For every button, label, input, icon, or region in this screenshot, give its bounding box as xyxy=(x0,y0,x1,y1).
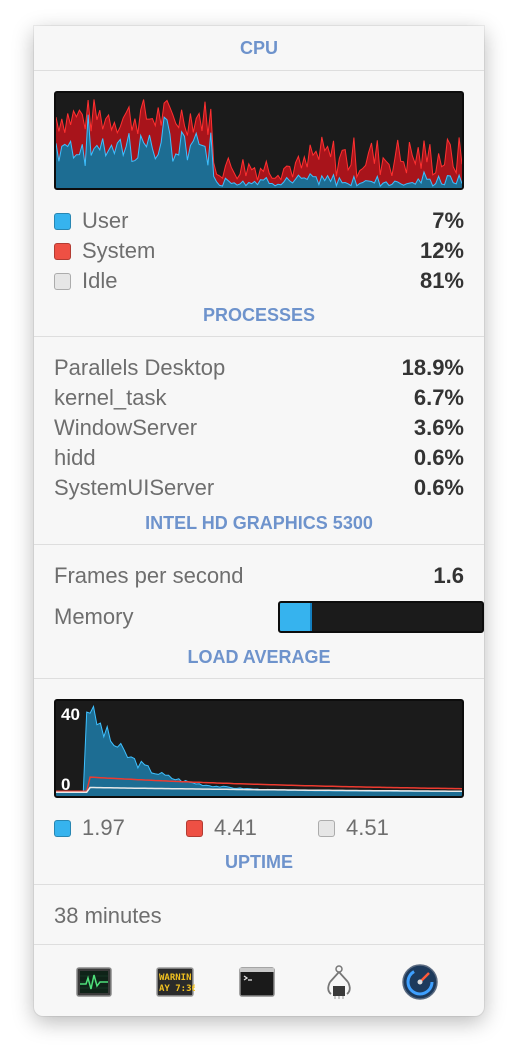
cpu-user-value: 7% xyxy=(432,208,464,233)
cpu-system-label: System xyxy=(82,238,156,263)
activity-monitor-icon[interactable] xyxy=(74,962,114,1002)
process-name: WindowServer xyxy=(54,415,198,440)
process-cpu-value: 0.6% xyxy=(413,475,464,500)
uptime-row: 38 minutes xyxy=(54,901,464,931)
process-cpu-value: 18.9% xyxy=(401,355,464,380)
system-information-icon[interactable] xyxy=(319,962,359,1002)
gpu-memory-fill xyxy=(280,603,313,631)
load-1min-swatch xyxy=(54,820,71,837)
uptime-header: UPTIME xyxy=(224,852,293,872)
app-launcher-toolbar: WARNIN AY 7:36 xyxy=(34,948,484,1016)
fps-label: Frames per second xyxy=(54,563,244,588)
process-row: SystemUIServer 0.6% xyxy=(54,473,464,503)
divider xyxy=(34,884,484,885)
processes-header: PROCESSES xyxy=(202,305,316,325)
load-1min-area xyxy=(56,706,462,796)
load-axis-max-label: 40 xyxy=(61,705,80,724)
cpu-user-label: User xyxy=(82,208,129,233)
load-1min-value: 1.97 xyxy=(82,815,125,840)
user-swatch xyxy=(54,213,71,230)
cpu-idle-value: 81% xyxy=(419,268,464,293)
load-15min-swatch xyxy=(318,820,335,837)
console-icon-line2: AY 7:36 xyxy=(159,984,195,994)
process-cpu-value: 0.6% xyxy=(413,445,464,470)
divider xyxy=(34,944,484,945)
process-name: hidd xyxy=(54,445,96,470)
cpu-system-value: 12% xyxy=(419,238,464,263)
load-average-graph: 40 0 xyxy=(54,699,464,798)
divider xyxy=(34,544,484,545)
cpu-idle-row: Idle 81% xyxy=(54,266,464,296)
cpu-idle-label: Idle xyxy=(82,268,118,293)
cpu-user-row: User 7% xyxy=(54,206,464,236)
divider xyxy=(34,70,484,71)
process-name: kernel_task xyxy=(54,385,167,410)
cpu-system-row: System 12% xyxy=(54,236,464,266)
idle-swatch xyxy=(54,273,71,290)
process-name: SystemUIServer xyxy=(54,475,215,500)
load-average-header: LOAD AVERAGE xyxy=(187,647,331,667)
process-row: hidd 0.6% xyxy=(54,443,464,473)
cpu-header: CPU xyxy=(239,38,278,58)
istat-menu-panel: CPU User 7% System 12% Idle 81% PROCESSE… xyxy=(34,26,484,1016)
process-name: Parallels Desktop xyxy=(54,355,226,380)
divider xyxy=(34,336,484,337)
console-icon-line1: WARNIN xyxy=(159,973,192,983)
gpu-header: INTEL HD GRAPHICS 5300 xyxy=(145,513,373,533)
load-5min-value: 4.41 xyxy=(214,815,257,840)
gpu-memory-bar xyxy=(278,601,484,633)
process-cpu-value: 3.6% xyxy=(413,415,464,440)
gpu-memory-row: Memory xyxy=(54,597,484,637)
uptime-value: 38 minutes xyxy=(54,903,162,928)
disk-utility-icon[interactable] xyxy=(400,962,440,1002)
console-icon[interactable]: WARNIN AY 7:36 xyxy=(155,962,197,1002)
load-axis-min-label: 0 xyxy=(61,775,71,794)
load-15min-value: 4.51 xyxy=(346,815,389,840)
process-row: Parallels Desktop 18.9% xyxy=(54,353,464,383)
divider xyxy=(34,678,484,679)
load-5min-swatch xyxy=(186,820,203,837)
memory-label: Memory xyxy=(54,604,134,629)
cpu-history-graph xyxy=(54,91,464,190)
process-row: kernel_task 6.7% xyxy=(54,383,464,413)
fps-value: 1.6 xyxy=(433,563,464,588)
fps-row: Frames per second 1.6 xyxy=(54,561,464,591)
terminal-icon[interactable] xyxy=(237,962,277,1002)
process-row: WindowServer 3.6% xyxy=(54,413,464,443)
process-cpu-value: 6.7% xyxy=(413,385,464,410)
system-swatch xyxy=(54,243,71,260)
